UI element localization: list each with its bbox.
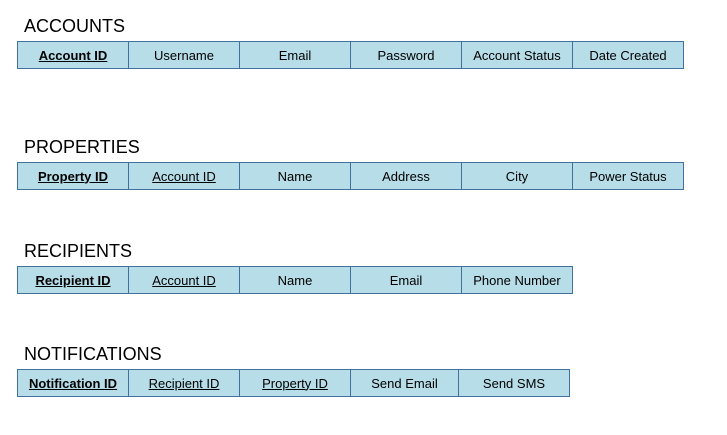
field-cell: Notification ID xyxy=(18,370,129,396)
field-cell: Username xyxy=(129,42,240,68)
field-cell: Power Status xyxy=(573,163,684,189)
entity-fields: Recipient ID Account ID Name Email Phone… xyxy=(17,266,573,294)
field-cell: Phone Number xyxy=(462,267,573,293)
field-cell: Name xyxy=(240,267,351,293)
field-cell: Property ID xyxy=(240,370,351,396)
entity-fields: Property ID Account ID Name Address City… xyxy=(17,162,684,190)
entity-title: RECIPIENTS xyxy=(24,241,133,261)
entity-title: NOTIFICATIONS xyxy=(24,344,162,364)
field-cell: Property ID xyxy=(18,163,129,189)
field-cell: Account Status xyxy=(462,42,573,68)
field-cell: Account ID xyxy=(129,267,240,293)
field-cell: Recipient ID xyxy=(129,370,240,396)
field-cell: Date Created xyxy=(573,42,684,68)
entity-title: PROPERTIES xyxy=(24,137,140,157)
field-cell: City xyxy=(462,163,573,189)
field-cell: Account ID xyxy=(129,163,240,189)
field-cell: Recipient ID xyxy=(18,267,129,293)
field-cell: Email xyxy=(351,267,462,293)
field-cell: Password xyxy=(351,42,462,68)
field-cell: Email xyxy=(240,42,351,68)
field-cell: Name xyxy=(240,163,351,189)
field-cell: Address xyxy=(351,163,462,189)
field-cell: Send SMS xyxy=(459,370,570,396)
entity-fields: Notification ID Recipient ID Property ID… xyxy=(17,369,570,397)
field-cell: Account ID xyxy=(18,42,129,68)
entity-fields: Account ID Username Email Password Accou… xyxy=(17,41,684,69)
entity-title: ACCOUNTS xyxy=(24,16,126,36)
field-cell: Send Email xyxy=(351,370,459,396)
